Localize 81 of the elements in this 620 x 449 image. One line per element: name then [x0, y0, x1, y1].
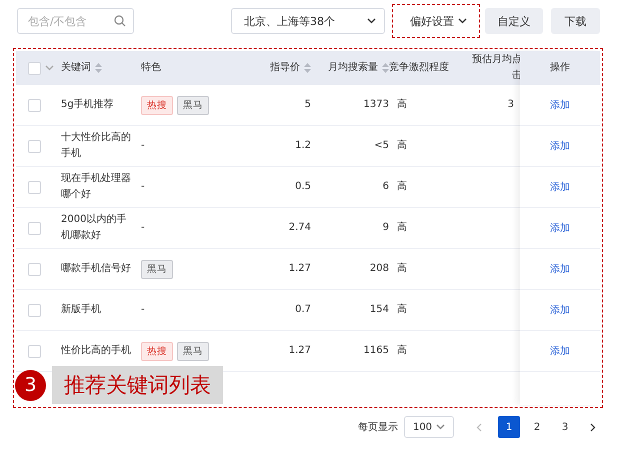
competition-cell-text: 高: [396, 344, 408, 358]
keyword-cell-text: 哪款手机信号好: [61, 262, 132, 276]
column-header: 指导价: [270, 60, 300, 75]
competition-cell-text: 高: [396, 98, 408, 112]
customize-button[interactable]: 自定义: [485, 8, 543, 34]
table-cell: -: [141, 140, 145, 151]
feature-tag: 黑马: [177, 342, 209, 360]
price-cell-text: 0.5: [294, 180, 311, 194]
column-header: 竞争激烈程度: [389, 60, 449, 75]
chevron-down-icon: [436, 424, 446, 430]
checkbox[interactable]: [28, 62, 41, 74]
add-link[interactable]: 添加: [550, 344, 570, 358]
table-cell: -: [141, 304, 145, 315]
search-volume-cell-text: 9: [382, 221, 389, 235]
chevron-down-icon: [458, 18, 467, 24]
competition-cell-text: 高: [396, 262, 408, 276]
search-volume-cell-text: 208: [368, 262, 389, 276]
add-link[interactable]: 添加: [550, 262, 570, 276]
sort-icon[interactable]: [95, 63, 102, 73]
search-field[interactable]: 包含/不包含: [17, 8, 134, 34]
competition-cell-text: 高: [396, 220, 408, 235]
feature-tag: 黑马: [141, 260, 173, 278]
page-button[interactable]: 1: [498, 416, 520, 438]
search-volume-cell-text: <5: [373, 139, 389, 153]
clicks-cell: 3: [508, 99, 514, 110]
table-cell: -: [141, 222, 145, 233]
competition-cell-text: 高: [396, 138, 408, 153]
keyword-cell-text: 5g手机推荐: [61, 98, 115, 112]
column-header: 月均搜索量: [328, 60, 378, 75]
checkbox[interactable]: [28, 304, 41, 316]
step-number: 3: [15, 370, 46, 400]
table-cell: -: [141, 181, 145, 192]
annotation-label: 推荐关键词列表: [52, 366, 223, 404]
price-cell-text: 2.74: [288, 221, 311, 235]
chevron-down-icon: [367, 18, 376, 24]
keyword-cell-text: 新版手机: [61, 302, 102, 317]
checkbox[interactable]: [28, 344, 41, 358]
page-button[interactable]: 2: [526, 416, 548, 438]
feature-tag: 热搜: [141, 96, 173, 114]
add-link[interactable]: 添加: [550, 98, 570, 112]
column-header: 特色: [141, 60, 161, 75]
column-header: 操作: [550, 61, 570, 75]
add-link[interactable]: 添加: [550, 303, 570, 317]
search-volume-cell-text: 154: [368, 303, 389, 317]
column-header: 关键词: [61, 60, 91, 75]
checkbox[interactable]: [28, 180, 41, 194]
price-cell-text: 1.2: [294, 139, 311, 153]
checkbox[interactable]: [28, 222, 41, 234]
keyword-cell-text: 现在手机处理器哪个好: [61, 172, 132, 202]
previous-page-icon[interactable]: [476, 422, 482, 432]
search-volume-cell-text: 6: [382, 180, 389, 194]
keyword-cell-text: 2000以内的手机哪款好: [61, 212, 128, 243]
checkbox[interactable]: [28, 140, 41, 152]
preference-dropdown[interactable]: 偏好设置: [397, 8, 475, 34]
feature-tag: 黑马: [177, 96, 209, 114]
price-cell-text: 1.27: [288, 344, 311, 358]
search-icon: [114, 15, 126, 27]
per-page-dropdown[interactable]: 100: [404, 416, 454, 438]
add-link[interactable]: 添加: [550, 139, 570, 153]
competition-cell-text: 高: [396, 302, 408, 317]
sort-icon[interactable]: [304, 63, 311, 73]
add-link[interactable]: 添加: [550, 221, 570, 235]
price-cell-text: 5: [304, 98, 311, 112]
search-volume-cell-text: 1373: [362, 98, 389, 112]
feature-tag: 热搜: [141, 342, 173, 360]
competition-cell-text: 高: [396, 180, 408, 194]
keyword-cell-text: 十大性价比高的手机: [61, 130, 132, 161]
per-page-label: 每页显示: [358, 421, 398, 434]
price-cell-text: 0.7: [294, 303, 311, 317]
sort-icon[interactable]: [382, 63, 389, 73]
search-volume-cell-text: 1165: [362, 344, 389, 358]
region-dropdown[interactable]: 北京、上海等38个: [231, 8, 385, 34]
add-link[interactable]: 添加: [550, 180, 570, 194]
next-page-icon[interactable]: [590, 422, 596, 432]
checkbox[interactable]: [28, 262, 41, 276]
price-cell-text: 1.27: [288, 262, 311, 276]
download-button[interactable]: 下载: [551, 8, 600, 34]
chevron-down-icon: [45, 65, 54, 71]
keyword-cell-text: 性价比高的手机: [61, 344, 132, 358]
page-button[interactable]: 3: [554, 416, 576, 438]
checkbox[interactable]: [28, 98, 41, 112]
